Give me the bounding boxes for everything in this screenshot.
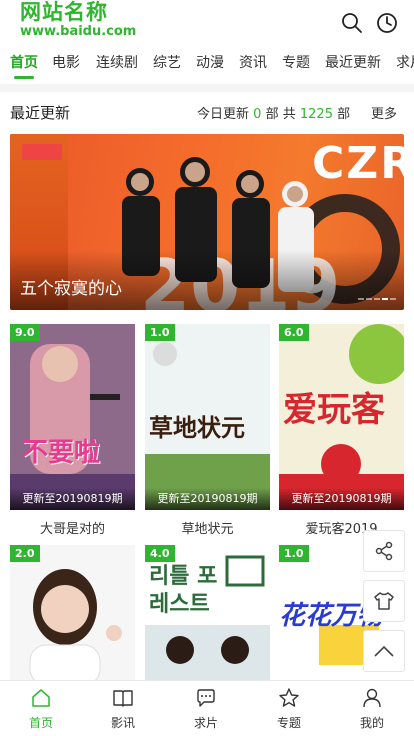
tab-label: 影讯 (110, 716, 135, 730)
tab-label: 我的 (359, 716, 384, 730)
video-card[interactable]: 9.0 不要啦 更新至20190819期 大哥是对的 (10, 324, 135, 537)
book-icon (113, 690, 133, 707)
tab-request[interactable]: 求片 (165, 681, 247, 736)
banner-pager (356, 285, 396, 304)
banner-slide[interactable]: 2019 CZR 五个寂寞的心 (10, 134, 404, 310)
score-badge: 9.0 (10, 324, 40, 341)
chevron-up-icon (374, 645, 394, 657)
thumbnail-art-text: 리틀 포레스트 (149, 564, 218, 617)
pager-dot-active[interactable] (382, 298, 388, 300)
tab-news[interactable]: 影讯 (82, 681, 164, 736)
banner-title-art: CZR (312, 138, 404, 189)
unit-label: 部 (337, 107, 351, 122)
video-card[interactable]: 6.0 爱玩客 更新至20190819期 爱玩客2019 (279, 324, 404, 537)
pager-dot[interactable] (366, 298, 372, 300)
bottom-tab-bar: 首页 影讯 求片 专题 我的 (0, 680, 414, 736)
theme-button[interactable] (363, 580, 405, 622)
site-url: www.baidu.com (20, 24, 137, 39)
header: 网站名称 www.baidu.com (0, 0, 414, 44)
pager-dot[interactable] (390, 298, 396, 300)
score-badge: 1.0 (145, 324, 175, 341)
nav-anime[interactable]: 动漫 (196, 52, 224, 72)
site-name: 网站名称 (20, 0, 108, 24)
nav-movie[interactable]: 电影 (52, 52, 80, 72)
section-title: 最近更新 (10, 104, 71, 122)
nav-series[interactable]: 连续剧 (96, 52, 138, 72)
thumbnail-art-text: 爱玩客 (283, 390, 385, 430)
update-status: 更新至20190819期 (145, 488, 270, 510)
unit-label: 部 (265, 107, 279, 122)
tab-label: 首页 (28, 716, 53, 730)
search-icon[interactable] (341, 12, 363, 34)
video-card[interactable]: 1.0 草地状元 更新至20190819期 草地状元 (145, 324, 270, 537)
category-nav: 首页 电影 连续剧 综艺 动漫 资讯 专题 最近更新 求片 (0, 44, 414, 80)
more-link[interactable]: 更多 (371, 103, 397, 122)
update-stats: 今日更新 0 部 共 1225 部 (197, 103, 350, 122)
clock-icon[interactable] (376, 12, 398, 34)
pager-dot[interactable] (358, 298, 364, 300)
share-icon (375, 541, 393, 561)
video-thumbnail: 9.0 不要啦 更新至20190819期 (10, 324, 135, 510)
tab-topic[interactable]: 专题 (248, 681, 330, 736)
pager-dot[interactable] (374, 298, 380, 300)
thumbnail-art-text: 草地状元 (149, 414, 245, 442)
video-thumbnail: 1.0 草地状元 更新至20190819期 (145, 324, 270, 510)
video-title: 草地状元 (181, 522, 234, 537)
nav-news[interactable]: 资讯 (239, 52, 267, 72)
tab-label: 专题 (276, 716, 301, 730)
share-button[interactable] (363, 530, 405, 572)
tab-home[interactable]: 首页 (0, 681, 82, 736)
score-badge: 4.0 (145, 545, 175, 562)
banner-caption: 五个寂寞的心 (20, 279, 122, 299)
tab-label: 求片 (193, 716, 218, 730)
shirt-icon (374, 592, 394, 610)
star-icon (279, 688, 299, 707)
nav-topic[interactable]: 专题 (282, 52, 310, 72)
today-label: 今日更新 (197, 107, 250, 122)
nav-home[interactable]: 首页 (10, 52, 38, 72)
total-count: 1225 (299, 107, 333, 122)
update-status: 更新至20190819期 (279, 488, 404, 510)
user-icon (363, 688, 381, 708)
home-icon (32, 689, 50, 707)
update-status: 更新至20190819期 (10, 488, 135, 510)
tab-mine[interactable]: 我的 (331, 681, 413, 736)
nav-active-indicator (14, 76, 34, 79)
thumbnail-art (10, 324, 135, 510)
score-badge: 6.0 (279, 324, 309, 341)
nav-recent[interactable]: 最近更新 (325, 52, 381, 72)
total-label: 共 (282, 107, 296, 122)
score-badge: 2.0 (10, 545, 40, 562)
thumbnail-art-text: 不要啦 (22, 438, 101, 468)
today-count: 0 (253, 107, 262, 122)
score-badge: 1.0 (279, 545, 309, 562)
video-title: 大哥是对的 (39, 522, 105, 537)
video-thumbnail: 6.0 爱玩客 更新至20190819期 (279, 324, 404, 510)
nav-request[interactable]: 求片 (396, 52, 414, 72)
back-to-top-button[interactable] (363, 630, 405, 672)
site-logo[interactable]: 网站名称 www.baidu.com (20, 0, 137, 39)
chat-icon (197, 689, 215, 707)
banner-channel-badge (22, 144, 62, 160)
divider (0, 84, 414, 92)
nav-variety[interactable]: 综艺 (153, 52, 181, 72)
